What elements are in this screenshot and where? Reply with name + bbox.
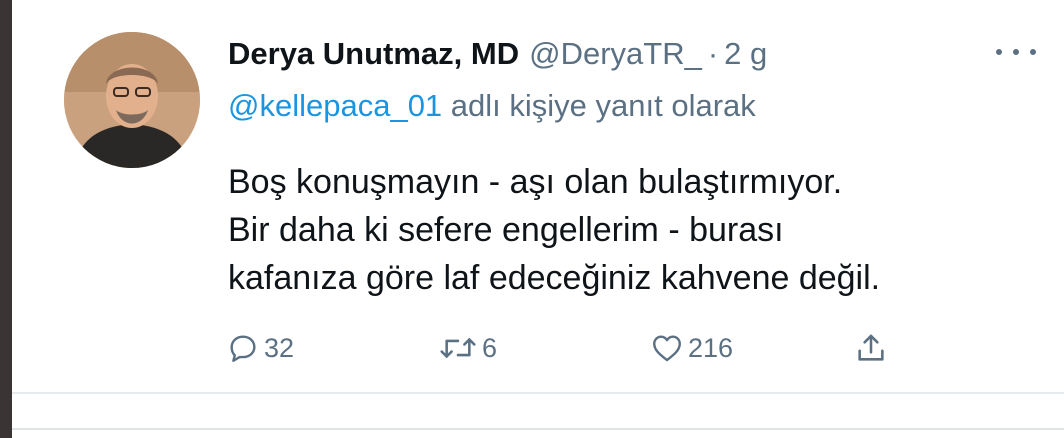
tweet-divider	[12, 428, 1064, 430]
separator-dot: ·	[707, 36, 719, 71]
reply-context: @kellepaca_01 adlı kişiye yanıt olarak	[228, 88, 756, 124]
retweet-button[interactable]: 6	[438, 328, 497, 368]
share-button[interactable]	[854, 328, 888, 368]
author-name[interactable]: Derya Unutmaz, MD	[228, 36, 519, 72]
tweet-header: Derya Unutmaz, MD @DeryaTR_ · 2 g	[228, 34, 767, 74]
share-upload-icon	[858, 334, 884, 361]
reply-button[interactable]: 32	[226, 328, 294, 368]
more-dots-icon[interactable]	[996, 40, 1036, 64]
retweet-count: 6	[482, 332, 498, 363]
heart-icon	[653, 335, 681, 362]
more-dot	[1030, 49, 1036, 55]
reply-context-text: adlı kişiye yanıt olarak	[442, 88, 756, 123]
tweet-text-line: Bir daha ki sefere engellerim - burası	[228, 211, 784, 249]
like-button[interactable]: 216	[650, 328, 733, 368]
more-dot	[1013, 49, 1019, 55]
tweet-text-line: kafanıza göre laf edeceğiniz kahvene değ…	[228, 259, 881, 297]
more-dot	[996, 49, 1002, 55]
tweet-text: Boş konuşmayın - aşı olan bulaştırmıyor.…	[228, 158, 1048, 302]
author-handle[interactable]: @DeryaTR_	[529, 36, 702, 72]
reply-mention-link[interactable]: @kellepaca_01	[228, 88, 442, 123]
reply-count: 32	[264, 332, 295, 363]
tweet-divider	[12, 392, 1064, 394]
tweet-actions: 32 6 216	[226, 328, 886, 368]
like-count: 216	[688, 332, 734, 363]
tweet-text-line: Boş konuşmayın - aşı olan bulaştırmıyor.	[228, 163, 843, 201]
avatar[interactable]	[64, 32, 200, 168]
tweet-card[interactable]: Derya Unutmaz, MD @DeryaTR_ · 2 g @kelle…	[12, 0, 1064, 438]
tweet-time[interactable]: 2 g	[724, 36, 767, 72]
speech-bubble-icon	[230, 335, 256, 362]
retweet-arrows-icon	[440, 338, 476, 358]
avatar-image	[64, 32, 200, 168]
